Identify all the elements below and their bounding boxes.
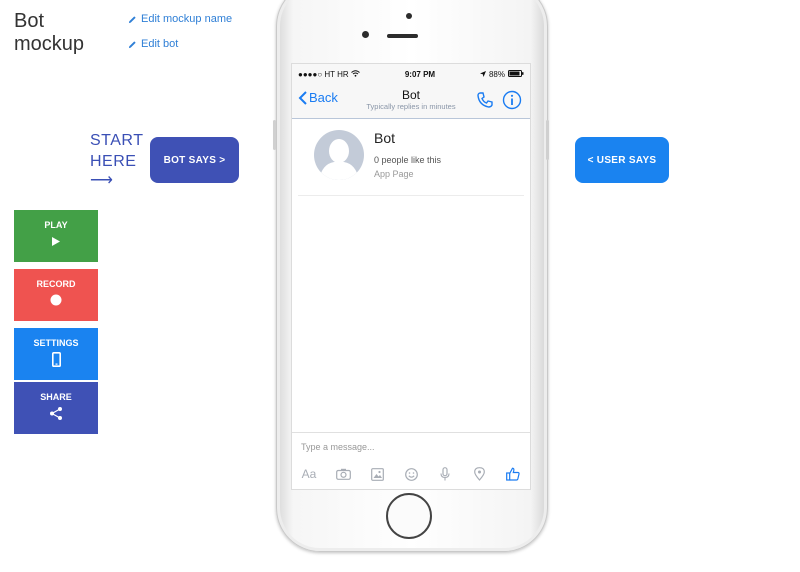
start-here-line2: HERE [90, 153, 137, 170]
location-arrow-icon [479, 70, 486, 79]
arrow-right-icon: ⟶ [90, 172, 114, 189]
proximity-sensor [362, 31, 369, 38]
edit-mockup-name-label: Edit mockup name [141, 13, 233, 25]
phone-call-icon[interactable] [476, 91, 494, 114]
location-pin-icon[interactable] [468, 465, 490, 483]
emoji-icon[interactable] [400, 465, 422, 483]
pencil-icon [128, 40, 136, 48]
phone-volume-button [273, 120, 276, 150]
share-label: SHARE [40, 392, 72, 402]
user-says-button[interactable]: < USER SAYS [575, 137, 669, 183]
info-icon[interactable] [502, 90, 522, 115]
edit-mockup-name-link[interactable]: Edit mockup name [128, 13, 232, 25]
share-button[interactable]: SHARE [14, 382, 98, 434]
thumbs-up-icon[interactable] [502, 465, 524, 483]
page-type: App Page [374, 169, 414, 179]
settings-label: SETTINGS [33, 338, 79, 348]
status-carrier: ●●●●○ HT HR [298, 70, 360, 79]
share-icon [50, 406, 62, 420]
phone-icon [51, 351, 61, 367]
bot-says-button[interactable]: BOT SAYS > [150, 137, 239, 183]
wifi-icon [351, 69, 360, 79]
camera-icon[interactable] [332, 465, 354, 483]
play-label: PLAY [44, 220, 68, 230]
start-here-hint: START HERE ⟶ [90, 130, 143, 191]
battery-icon [507, 69, 524, 79]
phone-screen: ●●●●○ HT HR 9:07 PM 88% Back Bot Typical… [291, 63, 531, 490]
pencil-icon [128, 15, 136, 23]
status-battery: 88% [479, 69, 524, 79]
edit-bot-label: Edit bot [141, 38, 179, 50]
mockup-title: Bot mockup [14, 10, 85, 55]
text-format-icon[interactable]: Aa [298, 465, 320, 483]
start-here-line1: START [90, 132, 144, 149]
microphone-icon[interactable] [434, 465, 456, 483]
avatar [314, 130, 364, 180]
status-bar: ●●●●○ HT HR 9:07 PM 88% [292, 64, 530, 84]
composer-toolbar: Aa [298, 465, 524, 483]
play-button[interactable]: PLAY [14, 210, 98, 262]
front-camera [406, 13, 412, 19]
page-likes: 0 people like this [374, 155, 442, 165]
home-button[interactable] [386, 493, 432, 539]
status-time: 9:07 PM [404, 69, 436, 79]
earpiece [387, 34, 418, 38]
edit-bot-link[interactable]: Edit bot [128, 38, 178, 50]
nav-title: Bot [401, 88, 420, 102]
record-label: RECORD [36, 279, 76, 289]
play-icon [52, 234, 60, 248]
message-input[interactable]: Type a message... [301, 442, 375, 452]
page-name: Bot [374, 130, 396, 146]
message-composer: Type a message... Aa [292, 432, 530, 489]
record-icon [50, 293, 62, 307]
settings-button[interactable]: SETTINGS [14, 328, 98, 380]
page-profile: Bot 0 people like this App Page [298, 119, 524, 196]
nav-bar: Back Bot Typically replies in minutes [292, 84, 530, 119]
phone-power-button [546, 120, 549, 160]
record-button[interactable]: RECORD [14, 269, 98, 321]
gallery-icon[interactable] [366, 465, 388, 483]
avatar-silhouette-icon [319, 139, 359, 180]
nav-subtitle: Typically replies in minutes [366, 102, 456, 111]
